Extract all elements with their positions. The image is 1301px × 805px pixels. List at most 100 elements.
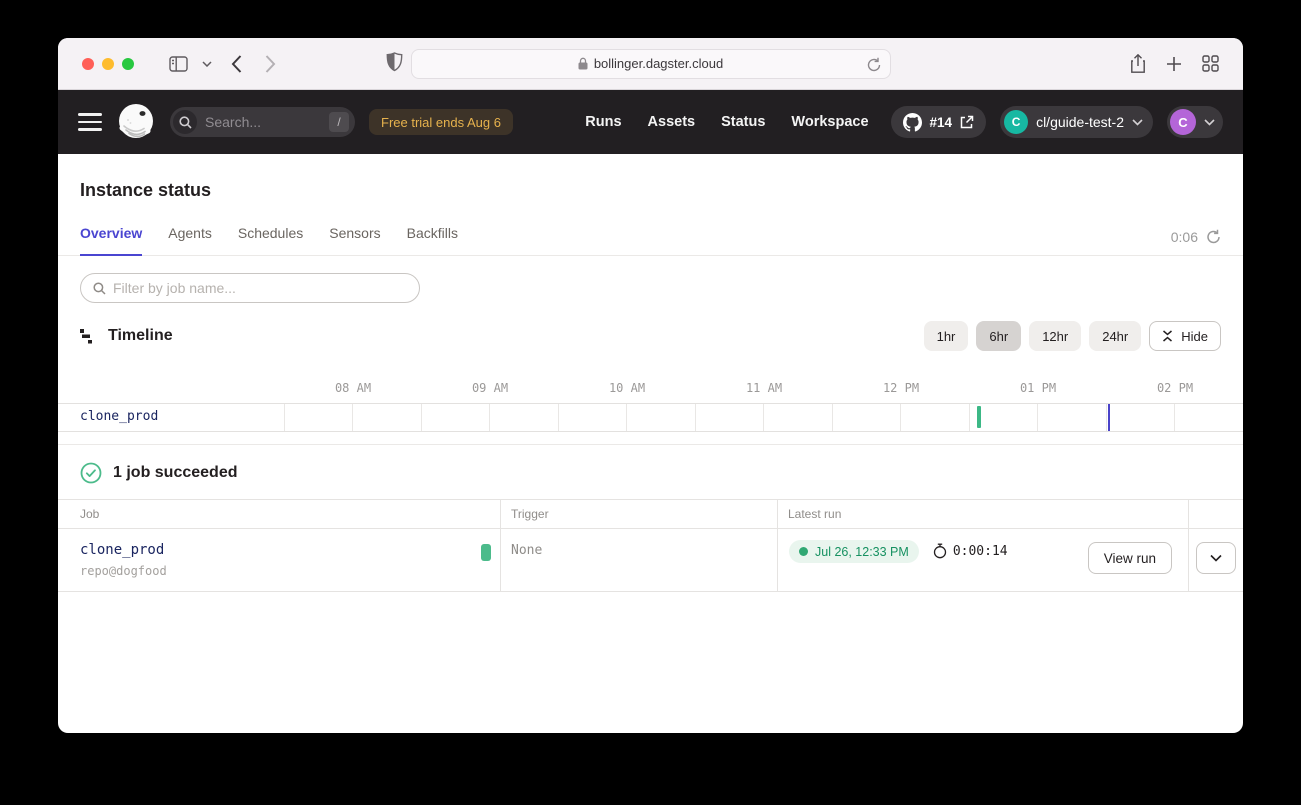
nav-assets[interactable]: Assets <box>648 114 696 130</box>
tab-bar: Overview Agents Schedules Sensors Backfi… <box>58 225 1243 256</box>
row-more-button[interactable] <box>1196 542 1236 574</box>
stopwatch-icon <box>933 543 947 559</box>
column-header-actions <box>1188 500 1243 528</box>
axis-tick: 09 AM <box>472 381 508 395</box>
tab-agents[interactable]: Agents <box>168 225 212 255</box>
github-version-link[interactable]: #14 <box>891 106 987 138</box>
browser-titlebar: bollinger.dagster.cloud <box>58 38 1243 90</box>
axis-tick: 10 AM <box>609 381 645 395</box>
new-tab-icon[interactable] <box>1166 56 1182 72</box>
timeline-gridline <box>695 404 696 431</box>
range-button-1hr[interactable]: 1hr <box>924 321 969 351</box>
deployment-switcher[interactable]: C cl/guide-test-2 <box>1000 106 1153 138</box>
refresh-icon[interactable] <box>1206 229 1221 245</box>
collapse-icon <box>1162 330 1173 342</box>
deployment-avatar: C <box>1004 110 1028 134</box>
timeline-gridline <box>832 404 833 431</box>
timeline-icon <box>80 328 97 345</box>
row-border <box>58 431 1243 432</box>
column-header-latest-run: Latest run <box>777 500 1188 528</box>
nav-runs[interactable]: Runs <box>585 114 621 130</box>
timeline-gridline <box>900 404 901 431</box>
chevron-down-icon <box>1204 119 1215 126</box>
range-button-12hr[interactable]: 12hr <box>1029 321 1081 351</box>
timeline-title: Timeline <box>108 327 173 345</box>
traffic-lights <box>82 58 134 70</box>
timeline-header: Timeline 1hr 6hr 12hr 24hr Hide <box>58 313 1243 359</box>
summary-text: 1 job succeeded <box>113 464 238 482</box>
nav-status[interactable]: Status <box>721 114 765 130</box>
tab-backfills[interactable]: Backfills <box>407 225 458 255</box>
search-shortcut-key: / <box>329 112 349 132</box>
sidebar-chevron-icon[interactable] <box>198 51 216 77</box>
user-menu[interactable]: C <box>1167 106 1223 138</box>
success-dot-icon <box>799 547 808 556</box>
external-link-icon <box>960 115 974 129</box>
timeline-gridline <box>1106 404 1107 431</box>
search-icon <box>173 110 197 134</box>
sidebar-toggle-icon[interactable] <box>164 51 192 77</box>
column-header-trigger: Trigger <box>500 500 777 528</box>
job-cell: clone_prod repo@dogfood <box>58 529 500 591</box>
nav-workspace[interactable]: Workspace <box>791 114 868 130</box>
axis-tick: 08 AM <box>335 381 371 395</box>
timeline-mark-now-line <box>1108 404 1110 431</box>
refresh-countdown: 0:06 <box>1171 229 1198 245</box>
column-header-job: Job <box>58 500 500 528</box>
hide-timeline-button[interactable]: Hide <box>1149 321 1221 351</box>
table-header: Job Trigger Latest run <box>58 499 1243 529</box>
axis-tick: 02 PM <box>1157 381 1193 395</box>
run-time-badge[interactable]: Jul 26, 12:33 PM <box>789 540 919 563</box>
axis-border <box>58 403 1243 404</box>
close-window-button[interactable] <box>82 58 94 70</box>
github-icon <box>903 113 922 132</box>
tab-overview[interactable]: Overview <box>80 225 142 256</box>
global-search[interactable]: Search... / <box>170 107 355 137</box>
zoom-window-button[interactable] <box>122 58 134 70</box>
view-run-button[interactable]: View run <box>1088 542 1172 574</box>
timeline-gridline <box>969 404 970 431</box>
main-nav: Runs Assets Status Workspace <box>585 114 868 130</box>
forward-button[interactable] <box>256 51 284 77</box>
tab-schedules[interactable]: Schedules <box>238 225 303 255</box>
axis-tick: 12 PM <box>883 381 919 395</box>
browser-window: bollinger.dagster.cloud Sea <box>58 38 1243 733</box>
timeline-chart: 08 AM 09 AM 10 AM 11 AM 12 PM 01 PM 02 P… <box>58 373 1243 432</box>
job-status-indicator[interactable] <box>481 544 491 561</box>
dagster-logo[interactable] <box>116 102 156 142</box>
job-summary: 1 job succeeded <box>58 445 1243 499</box>
trial-badge[interactable]: Free trial ends Aug 6 <box>369 109 513 135</box>
page-title: Instance status <box>80 180 1221 201</box>
back-button[interactable] <box>222 51 250 77</box>
app-header: Search... / Free trial ends Aug 6 Runs A… <box>58 90 1243 154</box>
share-icon[interactable] <box>1130 54 1146 74</box>
axis-tick: 11 AM <box>746 381 782 395</box>
timeline-row-job-link[interactable]: clone_prod <box>80 409 158 424</box>
latest-run-cell: Jul 26, 12:33 PM 0:00:14 View run <box>777 529 1188 591</box>
reload-icon[interactable] <box>867 57 881 73</box>
timeline-gridline <box>1174 404 1175 431</box>
menu-icon[interactable] <box>78 113 102 131</box>
timeline-gridline <box>1243 404 1244 431</box>
timeline-gridline <box>558 404 559 431</box>
success-check-icon <box>80 462 102 484</box>
user-avatar: C <box>1170 109 1196 135</box>
job-name-link[interactable]: clone_prod <box>80 542 167 558</box>
table-row: clone_prod repo@dogfood None Jul 26, 12:… <box>58 529 1243 592</box>
tab-overview-icon[interactable] <box>1202 55 1219 72</box>
minimize-window-button[interactable] <box>102 58 114 70</box>
axis-tick: 01 PM <box>1020 381 1056 395</box>
timeline-gridline <box>352 404 353 431</box>
lock-icon <box>578 57 588 70</box>
range-button-6hr[interactable]: 6hr <box>976 321 1021 351</box>
tab-sensors[interactable]: Sensors <box>329 225 380 255</box>
address-bar[interactable]: bollinger.dagster.cloud <box>411 49 891 79</box>
job-filter-input[interactable] <box>113 280 407 296</box>
chevron-down-icon <box>1132 119 1143 126</box>
timeline-mark-run-success[interactable] <box>977 406 981 428</box>
url-text: bollinger.dagster.cloud <box>594 56 723 71</box>
jobs-table: Job Trigger Latest run clone_prod repo@d… <box>58 499 1243 592</box>
range-button-24hr[interactable]: 24hr <box>1089 321 1141 351</box>
chevron-down-icon <box>1210 554 1222 562</box>
privacy-shield-icon[interactable] <box>386 52 403 72</box>
